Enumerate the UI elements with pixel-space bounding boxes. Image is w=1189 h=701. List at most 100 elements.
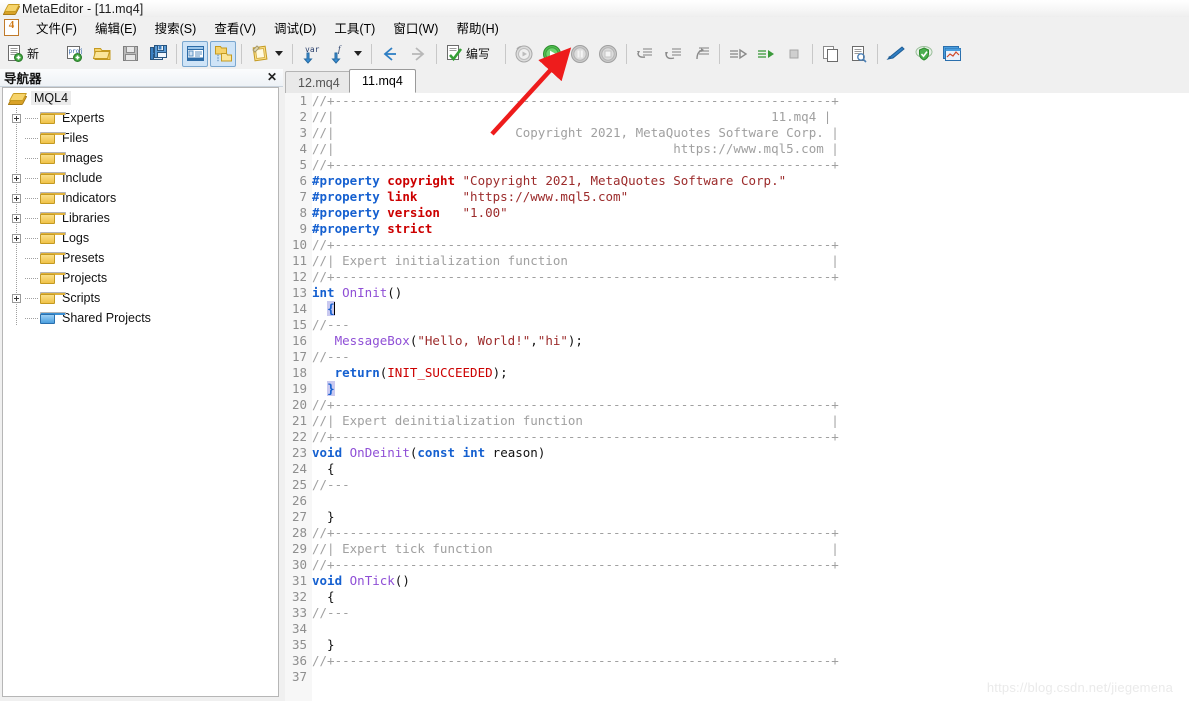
code-line[interactable]: 34 — [285, 621, 1189, 637]
insert-function-dropdown-chevron-down-icon[interactable] — [354, 51, 362, 56]
tree-item-shared-projects[interactable]: Shared Projects — [3, 308, 278, 328]
code-line[interactable]: 6 #property copyright "Copyright 2021, Me… — [285, 173, 1189, 189]
mql5-cloud-button[interactable] — [911, 41, 937, 67]
save-button[interactable] — [117, 41, 143, 67]
restart-debug-button[interactable] — [511, 41, 537, 67]
code-line[interactable]: 31 void OnTick() — [285, 573, 1189, 589]
code-line[interactable]: 26 — [285, 493, 1189, 509]
tree-item-images[interactable]: Images — [3, 148, 278, 168]
code-line[interactable]: 21 //| Expert deinitialization function | — [285, 413, 1189, 429]
code-line[interactable]: 3 //| Copyright 2021, MetaQuotes Software… — [285, 125, 1189, 141]
start-debug-button[interactable] — [539, 41, 565, 67]
menu-window[interactable]: 窗口(W) — [384, 16, 447, 39]
code-line[interactable]: 17 //--- — [285, 349, 1189, 365]
code-line[interactable]: 2 //| 11.mq4 | — [285, 109, 1189, 125]
expand-icon[interactable] — [12, 213, 21, 223]
tree-item-logs[interactable]: Logs — [3, 228, 278, 248]
expand-icon[interactable] — [12, 193, 21, 203]
navigate-forward-button[interactable] — [405, 41, 431, 67]
code-line[interactable]: 33 //--- — [285, 605, 1189, 621]
editor-tab-12mq4[interactable]: 12.mq4 — [285, 71, 353, 93]
code-line[interactable]: 32 { — [285, 589, 1189, 605]
compile-button[interactable]: 编写 — [442, 41, 500, 67]
code-line[interactable]: 15 //--- — [285, 317, 1189, 333]
stop-profiling-button[interactable] — [781, 41, 807, 67]
code-line[interactable]: 12 //+-----------------------------------… — [285, 269, 1189, 285]
code-line[interactable]: 14 { — [285, 301, 1189, 317]
menu-debug[interactable]: 调试(D) — [265, 16, 325, 39]
step-out-button[interactable] — [688, 41, 714, 67]
navigate-back-button[interactable] — [377, 41, 403, 67]
menu-help[interactable]: 帮助(H) — [447, 16, 507, 39]
copy-button[interactable] — [818, 41, 844, 67]
close-icon[interactable]: ✕ — [267, 70, 277, 84]
code-line[interactable]: 8 #property version "1.00" — [285, 205, 1189, 221]
code-line[interactable]: 9 #property strict — [285, 221, 1189, 237]
open-folder-button[interactable] — [89, 41, 115, 67]
new-project-button[interactable]: proj — [61, 41, 87, 67]
code-line[interactable]: 29 //| Expert tick function | — [285, 541, 1189, 557]
code-line[interactable]: 28 //+-----------------------------------… — [285, 525, 1189, 541]
menu-view[interactable]: 查看(V) — [205, 16, 265, 39]
code-line[interactable]: 27 } — [285, 509, 1189, 525]
code-line[interactable]: 4 //| https://www.mql5.com | — [285, 141, 1189, 157]
find-in-files-button[interactable] — [846, 41, 872, 67]
code-line[interactable]: 25 //--- — [285, 477, 1189, 493]
code-content[interactable]: 1 //+------------------------------------… — [285, 93, 1189, 685]
menu-tools[interactable]: 工具(T) — [325, 16, 384, 39]
menu-edit[interactable]: 编辑(E) — [86, 16, 146, 39]
code-line[interactable]: 11 //| Expert initialization function | — [285, 253, 1189, 269]
editor-tab-11mq4[interactable]: 11.mq4 — [349, 69, 416, 93]
charts-button[interactable] — [939, 41, 965, 67]
tree-item-libraries[interactable]: Libraries — [3, 208, 278, 228]
code-line[interactable]: 36 //+-----------------------------------… — [285, 653, 1189, 669]
tree-root-mql4[interactable]: MQL4 — [3, 88, 278, 108]
tree-item-experts[interactable]: Experts — [3, 108, 278, 128]
step-over-button[interactable] — [660, 41, 686, 67]
code-line[interactable]: 30 //+-----------------------------------… — [285, 557, 1189, 573]
tree-item-scripts[interactable]: Scripts — [3, 288, 278, 308]
tree-item-indicators[interactable]: Indicators — [3, 188, 278, 208]
expand-icon[interactable] — [12, 233, 21, 243]
code-line[interactable]: 18 return(INIT_SUCCEEDED); — [285, 365, 1189, 381]
toggle-navigator-button[interactable] — [182, 40, 208, 67]
code-line[interactable]: 20 //+-----------------------------------… — [285, 397, 1189, 413]
tree-item-projects[interactable]: Projects — [3, 268, 278, 288]
run-to-cursor-button[interactable] — [725, 41, 751, 67]
save-all-button[interactable] — [145, 41, 171, 67]
stop-debug-button[interactable] — [595, 41, 621, 67]
code-line[interactable]: 19 } — [285, 381, 1189, 397]
insert-function-button[interactable]: f — [326, 41, 352, 67]
new-file-button[interactable]: 新 — [1, 41, 59, 67]
pause-debug-button[interactable] — [567, 41, 593, 67]
expand-icon[interactable] — [12, 113, 21, 123]
menu-file[interactable]: 文件(F) — [27, 16, 86, 39]
code-line[interactable]: 23 void OnDeinit(const int reason) — [285, 445, 1189, 461]
code-line[interactable]: 10 //+-----------------------------------… — [285, 237, 1189, 253]
navigator-tree[interactable]: MQL4 Experts Files Images Include Indicators… — [2, 87, 279, 697]
start-profiling-button[interactable] — [753, 41, 779, 67]
code-line[interactable]: 13 int OnInit() — [285, 285, 1189, 301]
code-editor[interactable]: 1 //+------------------------------------… — [285, 93, 1189, 701]
mql5-community-button[interactable] — [883, 41, 909, 67]
step-into-button[interactable] — [632, 41, 658, 67]
code-line[interactable]: 1 //+------------------------------------… — [285, 93, 1189, 109]
insert-variable-button[interactable]: var — [298, 41, 324, 67]
code-line[interactable]: 16 MessageBox("Hello, World!","hi"); — [285, 333, 1189, 349]
code-line[interactable]: 7 #property link "https://www.mql5.com" — [285, 189, 1189, 205]
code-text: //| Expert initialization function | — [312, 253, 1189, 269]
tree-item-files[interactable]: Files — [3, 128, 278, 148]
style-dropdown-chevron-down-icon[interactable] — [275, 51, 283, 56]
code-line[interactable]: 24 { — [285, 461, 1189, 477]
toggle-toolbox-button[interactable] — [210, 40, 236, 67]
code-token: version — [387, 205, 440, 220]
style-button[interactable] — [247, 41, 273, 67]
code-line[interactable]: 5 //+------------------------------------… — [285, 157, 1189, 173]
menu-search[interactable]: 搜索(S) — [146, 16, 206, 39]
tree-item-include[interactable]: Include — [3, 168, 278, 188]
expand-icon[interactable] — [12, 293, 21, 303]
expand-icon[interactable] — [12, 173, 21, 183]
code-line[interactable]: 35 } — [285, 637, 1189, 653]
code-line[interactable]: 22 //+-----------------------------------… — [285, 429, 1189, 445]
tree-item-presets[interactable]: Presets — [3, 248, 278, 268]
